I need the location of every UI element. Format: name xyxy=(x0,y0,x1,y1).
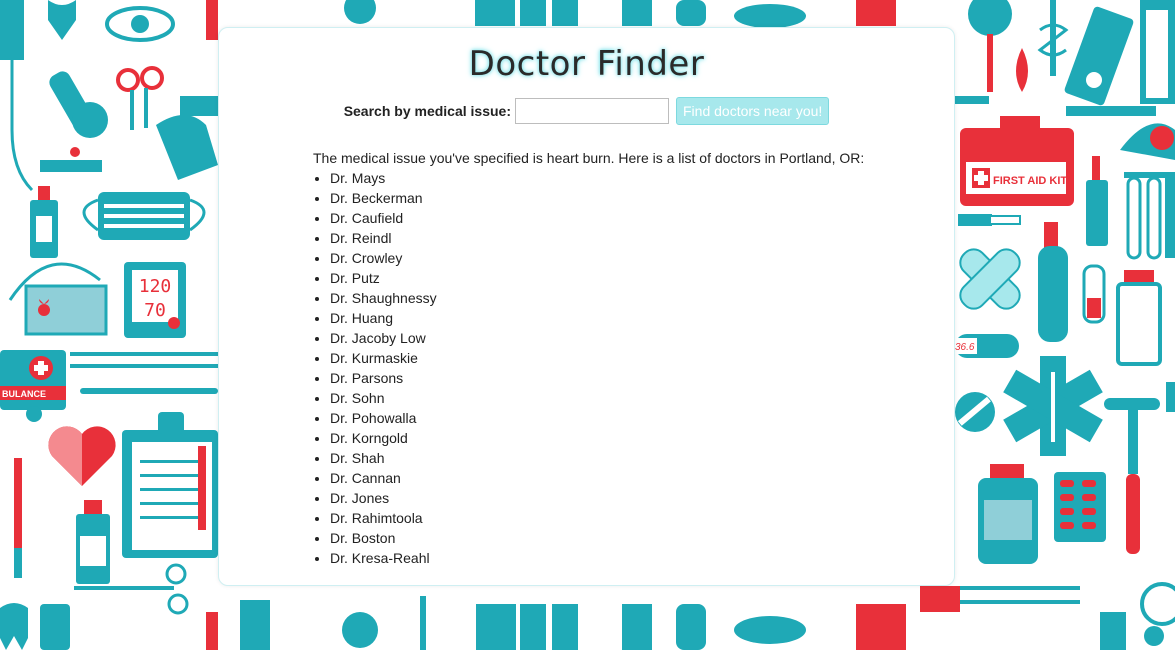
doctor-list-item: Dr. Sohn xyxy=(330,388,933,408)
star-of-life-icon xyxy=(1003,356,1103,456)
results-section: The medical issue you've specified is he… xyxy=(313,148,933,568)
doctor-list: Dr. MaysDr. BeckermanDr. CaufieldDr. Rei… xyxy=(313,168,933,568)
tweezers-icon xyxy=(960,586,1080,604)
doctor-list-item: Dr. Beckerman xyxy=(330,188,933,208)
ambulance-text: BULANCE xyxy=(2,389,46,399)
doctor-list-item: Dr. Shaughnessy xyxy=(330,288,933,308)
doctor-list-item: Dr. Jacoby Low xyxy=(330,328,933,348)
doctor-list-item: Dr. Jones xyxy=(330,488,933,508)
doctor-list-item: Dr. Putz xyxy=(330,268,933,288)
first-aid-text: FIRST AID KIT xyxy=(993,175,1067,187)
blood-drop-icon xyxy=(1016,48,1028,92)
search-form: Search by medical issue: Find doctors ne… xyxy=(219,97,954,125)
bp-readout-bottom: 70 xyxy=(144,300,166,321)
doctor-list-item: Dr. Crowley xyxy=(330,248,933,268)
heart-icon xyxy=(48,426,116,486)
bottom-strip-icons xyxy=(240,586,960,650)
clipboard-icon xyxy=(122,412,218,558)
blister-pack-icon xyxy=(1054,472,1106,542)
page-title: Doctor Finder xyxy=(468,44,705,84)
pill-bottle-icon xyxy=(1116,270,1162,366)
microscope-icon xyxy=(40,71,108,172)
doctor-list-item: Dr. Kurmaskie xyxy=(330,348,933,368)
results-intro: The medical issue you've specified is he… xyxy=(313,150,865,166)
iv-bag-icon xyxy=(1064,0,1175,106)
thermometer-icon: 36.6 xyxy=(955,334,1019,358)
bandage-icon xyxy=(959,248,1021,310)
cap-icon xyxy=(1120,123,1175,160)
doctor-list-item: Dr. Boston xyxy=(330,528,933,548)
search-label: Search by medical issue: xyxy=(343,103,511,119)
caduceus-icon xyxy=(1037,0,1069,76)
doctor-list-item: Dr. Pohowalla xyxy=(330,408,933,428)
doctor-list-item: Dr. Kresa-Reahl xyxy=(330,548,933,568)
eye-icon xyxy=(105,6,175,42)
blood-pressure-icon: 120 70 xyxy=(8,262,186,338)
lamp-icon xyxy=(968,0,1012,92)
doctor-list-item: Dr. Huang xyxy=(330,308,933,328)
vial-icon xyxy=(1082,264,1106,324)
search-input[interactable] xyxy=(515,98,669,124)
main-panel: Doctor Finder Search by medical issue: F… xyxy=(218,27,955,586)
iv-line-icon xyxy=(0,0,34,192)
doctor-list-item: Dr. Cannan xyxy=(330,468,933,488)
test-bottle-icon xyxy=(76,500,110,584)
inhaler-icon xyxy=(1038,222,1068,342)
syringe-red-icon xyxy=(1104,382,1175,554)
doctor-list-item: Dr. Korngold xyxy=(330,428,933,448)
mask-icon xyxy=(82,192,206,240)
pen-icon xyxy=(14,458,22,578)
ambulance-icon: BULANCE xyxy=(0,350,66,422)
test-tube-icon xyxy=(1124,172,1175,260)
bp-readout-top: 120 xyxy=(139,276,172,297)
first-aid-kit-icon: FIRST AID KIT xyxy=(960,116,1074,206)
thermometer-text: 36.6 xyxy=(955,342,975,353)
doctor-list-item: Dr. Mays xyxy=(330,168,933,188)
find-doctors-button[interactable]: Find doctors near you! xyxy=(676,97,830,125)
spray-icon xyxy=(1086,156,1108,246)
bottle-icon xyxy=(30,186,58,258)
doctor-list-item: Dr. Shah xyxy=(330,448,933,468)
top-strip-icons xyxy=(344,0,896,28)
stethoscope-icon xyxy=(1140,582,1175,646)
medicine-bottle-icon xyxy=(978,464,1038,564)
forceps-icon xyxy=(70,352,218,394)
doctor-list-item: Dr. Reindl xyxy=(330,228,933,248)
syringe-icon xyxy=(958,214,1021,226)
pill-icon xyxy=(955,392,995,432)
doctor-list-item: Dr. Parsons xyxy=(330,368,933,388)
scissors-icon xyxy=(116,66,164,130)
glove-icon xyxy=(156,96,218,180)
doctor-list-item: Dr. Rahimtoola xyxy=(330,508,933,528)
doctor-list-item: Dr. Caufield xyxy=(330,208,933,228)
